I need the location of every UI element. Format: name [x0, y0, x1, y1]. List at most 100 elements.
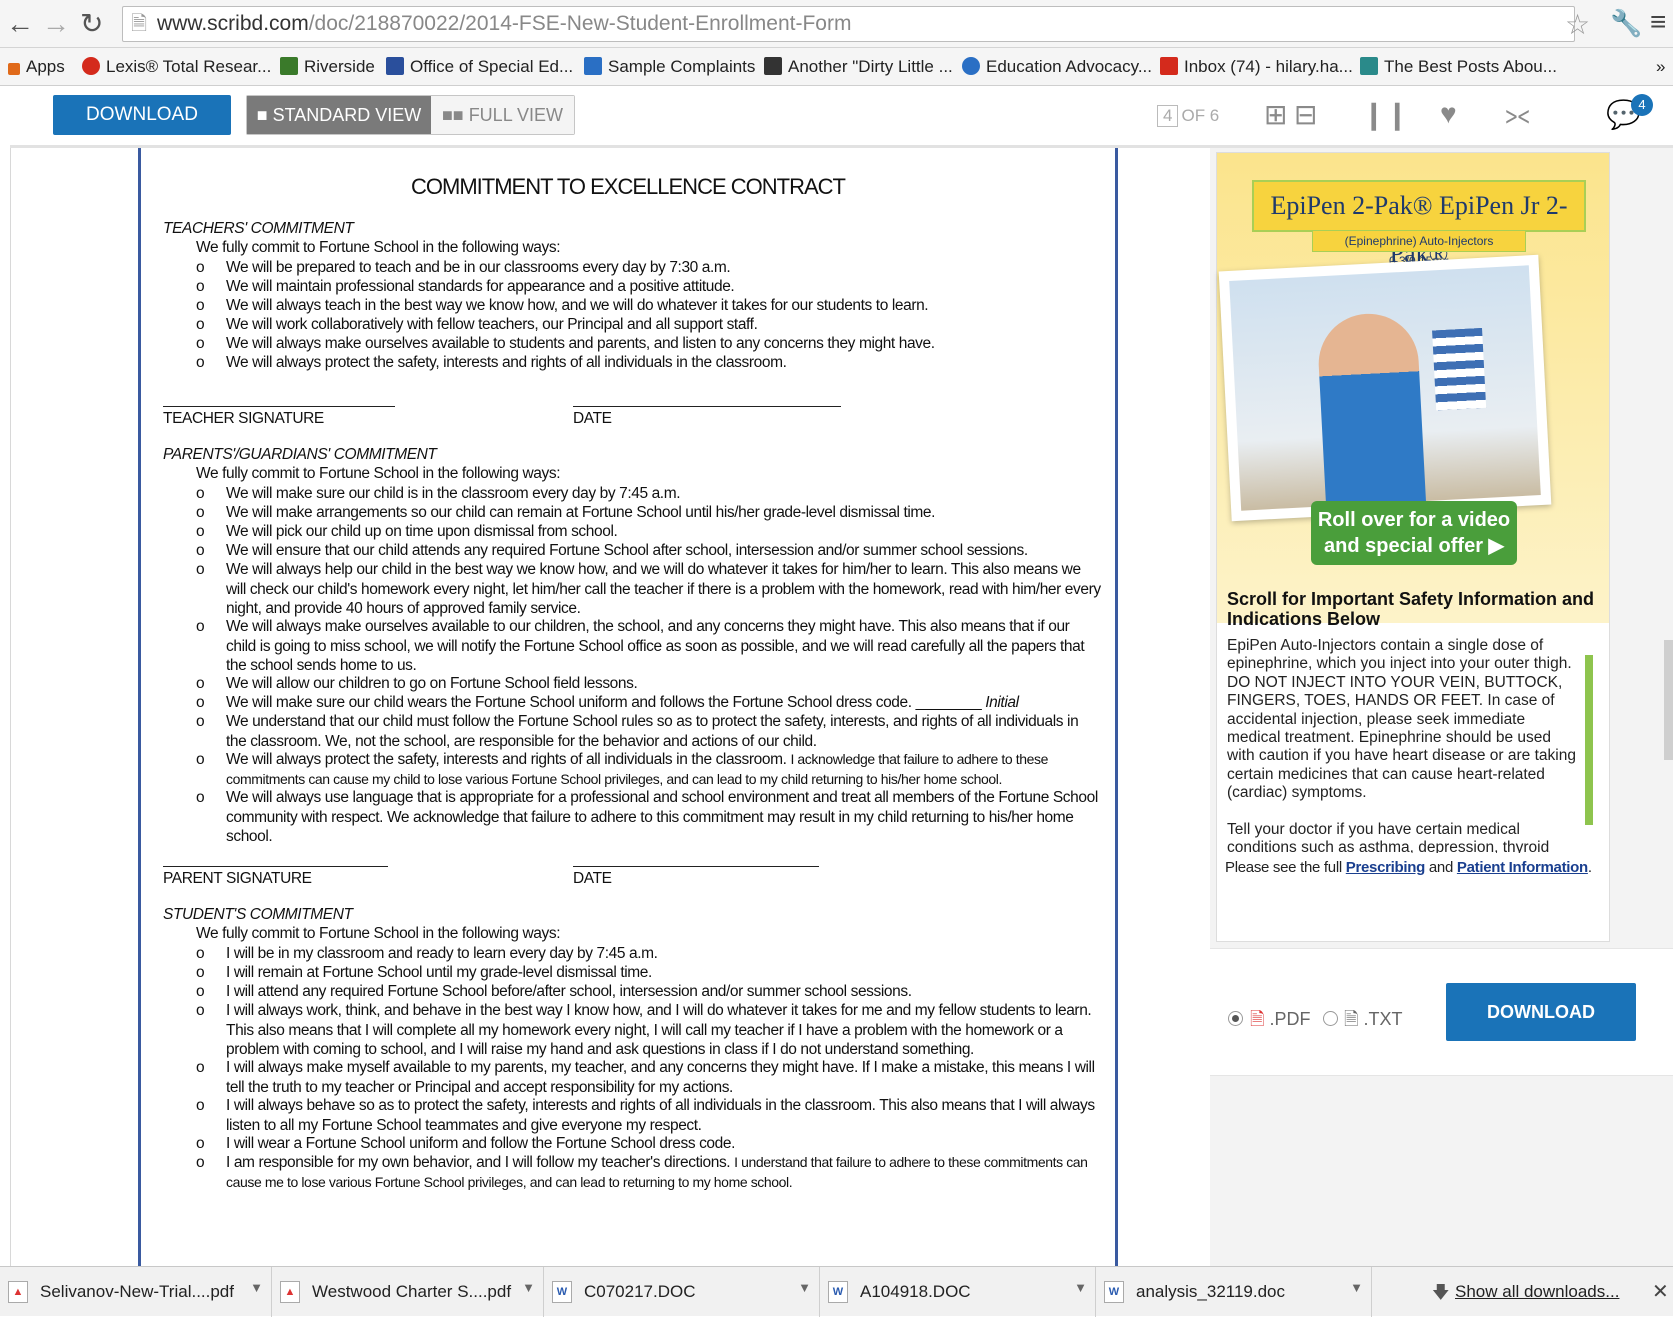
list-item: o We will always use language that is app…: [196, 789, 1098, 846]
cta-line-1: Roll over for a video: [1317, 509, 1511, 531]
isi-paragraph-2: Tell your doctor if you have certain med…: [1227, 820, 1550, 853]
play-icon: ▶: [1488, 535, 1504, 557]
bookmark-dirty-little[interactable]: Another "Dirty Little ...: [764, 57, 953, 77]
bookmark-label: Lexis® Total Resear...: [106, 57, 272, 76]
globe-icon: [962, 57, 980, 75]
list-item: o We will always help our child in the be…: [196, 561, 1101, 618]
bookmark-best-posts[interactable]: The Best Posts Abou...: [1360, 57, 1557, 77]
initial-label: Initial: [985, 694, 1019, 711]
download-item[interactable]: W C070217.DOC ▼: [544, 1267, 820, 1317]
teacher-signature-label: TEACHER SIGNATURE: [163, 410, 324, 427]
download-name: Selivanov-New-Trial....pdf: [40, 1282, 234, 1301]
page-scrollbar[interactable]: [1664, 640, 1673, 760]
show-all-downloads-link[interactable]: Show all downloads...: [1455, 1282, 1619, 1302]
list-item: oI will always work, think, and behave i…: [196, 1002, 1092, 1059]
menu-icon[interactable]: ≡: [1650, 6, 1666, 38]
download-button[interactable]: DOWNLOAD: [53, 95, 231, 135]
library-icon[interactable]: ❙❙: [1362, 98, 1409, 131]
download-item[interactable]: ▲ Westwood Charter S....pdf ▼: [272, 1267, 544, 1317]
heart-icon[interactable]: ♥: [1440, 98, 1457, 130]
scribd-toolbar: DOWNLOAD ■ STANDARD VIEW ■■ FULL VIEW 4O…: [10, 86, 1673, 148]
url-field[interactable]: 🗎 www.scribd.com/doc/218870022/2014-FSE-…: [122, 6, 1575, 42]
epipen-logo-sub: (Epinephrine) Auto-Injectors 0.3/0.15mg: [1312, 230, 1526, 268]
wrench-icon[interactable]: 🔧: [1610, 8, 1642, 39]
bookmark-inbox[interactable]: Inbox (74) - hilary.ha...: [1160, 57, 1353, 77]
document-viewer[interactable]: COMMITMENT TO EXCELLENCE CONTRACT TEACHE…: [10, 148, 1210, 1266]
riverside-icon: [280, 57, 298, 75]
isi-text[interactable]: EpiPen Auto-Injectors contain a single d…: [1227, 637, 1579, 853]
standard-view-button[interactable]: ■ STANDARD VIEW: [247, 96, 431, 134]
boy-photo: [1218, 254, 1552, 522]
bookmark-star-icon[interactable]: ☆: [1565, 8, 1590, 41]
sidebar-download-button[interactable]: DOWNLOAD: [1446, 983, 1636, 1041]
txt-radio[interactable]: [1323, 1011, 1338, 1026]
forward-arrow-icon[interactable]: →: [42, 8, 70, 40]
responsible-text: I am responsible for my own behavior, an…: [226, 1154, 731, 1171]
prescribing-link[interactable]: Prescribing: [1346, 859, 1426, 876]
pdf-icon: ▲: [280, 1281, 300, 1303]
page-total: OF 6: [1181, 106, 1220, 125]
bookmark-lexis[interactable]: Lexis® Total Resear...: [82, 57, 271, 77]
parents-heading: PARENTS'/GUARDIANS' COMMITMENT: [163, 446, 437, 463]
teacher-date-line: [573, 406, 841, 407]
gmail-icon: [1160, 57, 1178, 75]
list-item: o We will make sure our child wears the F…: [196, 694, 1019, 711]
standard-view-label: STANDARD VIEW: [272, 105, 422, 125]
full-view-button[interactable]: ■■ FULL VIEW: [431, 96, 574, 134]
list-item: oI am responsible for my own behavior, a…: [196, 1154, 1088, 1190]
bookmark-special-ed[interactable]: Office of Special Ed...: [386, 57, 573, 77]
full-view-label: FULL VIEW: [468, 105, 564, 125]
dress-code-text: We will make sure our child wears the Fo…: [226, 694, 912, 711]
list-item: o We will always protect the safety, inte…: [196, 354, 787, 371]
list-item: oI will attend any required Fortune Scho…: [196, 983, 912, 1000]
comment-count-badge: 4: [1631, 94, 1653, 116]
chevron-down-icon[interactable]: ▼: [522, 1280, 535, 1295]
list-item: o We will pick our child up on time upon …: [196, 523, 618, 540]
bookmark-riverside[interactable]: Riverside: [280, 57, 375, 77]
isi-heading: Scroll for Important Safety Information …: [1227, 589, 1595, 629]
bookmark-apps[interactable]: Apps: [8, 57, 65, 77]
close-icon[interactable]: ✕: [1652, 1279, 1669, 1304]
chevron-down-icon[interactable]: ▼: [798, 1280, 811, 1295]
reload-icon[interactable]: ↻: [80, 8, 103, 40]
pdf-label: .PDF: [1269, 1009, 1311, 1029]
download-item[interactable]: ▲ Selivanov-New-Trial....pdf ▼: [0, 1267, 272, 1317]
chevron-down-icon[interactable]: ▼: [250, 1280, 263, 1295]
teacher-signature-line: [163, 406, 395, 407]
back-arrow-icon[interactable]: ←: [6, 8, 34, 40]
right-sidebar: ▷ EpiPen 2-Pak® EpiPen Jr 2-Pak® (Epinep…: [1210, 148, 1673, 1266]
document-page: COMMITMENT TO EXCELLENCE CONTRACT TEACHE…: [138, 148, 1118, 1266]
epipen-advertisement[interactable]: ▷ EpiPen 2-Pak® EpiPen Jr 2-Pak® (Epinep…: [1216, 152, 1610, 942]
chevron-down-icon[interactable]: ▼: [1350, 1280, 1363, 1295]
isi-scrollbar[interactable]: [1584, 641, 1594, 851]
pdf-radio[interactable]: [1228, 1011, 1243, 1026]
students-intro: We fully commit to Fortune School in the…: [196, 925, 561, 942]
teachers-heading: TEACHERS' COMMITMENT: [163, 220, 354, 237]
patient-information-link[interactable]: Patient Information: [1457, 859, 1588, 876]
parent-date-label: DATE: [573, 870, 612, 887]
ad-footer-prefix: Please see the full: [1225, 859, 1342, 876]
bookmark-education-advocacy[interactable]: Education Advocacy...: [962, 57, 1152, 77]
pdf-icon: ▲: [8, 1281, 28, 1303]
download-item[interactable]: W A104918.DOC ▼: [820, 1267, 1096, 1317]
parent-signature-label: PARENT SIGNATURE: [163, 870, 312, 887]
word-icon: W: [828, 1281, 848, 1303]
page-number-input[interactable]: 4: [1157, 105, 1179, 127]
share-icon[interactable]: ⪥: [1505, 98, 1530, 131]
list-item: oI will always make myself available to …: [196, 1059, 1095, 1096]
zoom-out-icon[interactable]: ⊟: [1294, 98, 1317, 131]
download-item[interactable]: W analysis_32119.doc ▼: [1096, 1267, 1372, 1317]
chevron-down-icon[interactable]: ▼: [1074, 1280, 1087, 1295]
bookmarks-overflow-icon[interactable]: »: [1656, 57, 1665, 77]
list-item: oI will be in my classroom and ready to …: [196, 945, 658, 962]
pdf-format-option[interactable]: 🗎 .PDF: [1250, 1007, 1311, 1037]
download-name: Westwood Charter S....pdf: [312, 1282, 512, 1301]
zoom-in-icon[interactable]: ⊞: [1264, 98, 1287, 131]
bookmark-label: Education Advocacy...: [986, 57, 1153, 76]
complaints-icon: [584, 57, 602, 75]
bookmark-sample-complaints[interactable]: Sample Complaints: [584, 57, 755, 77]
video-offer-button[interactable]: Roll over for a video and special offer …: [1311, 501, 1517, 565]
teachers-intro: We fully commit to Fortune School in the…: [196, 239, 561, 256]
bookmark-label: Sample Complaints: [608, 57, 756, 76]
txt-format-option[interactable]: 🗎 .TXT: [1344, 1007, 1403, 1037]
